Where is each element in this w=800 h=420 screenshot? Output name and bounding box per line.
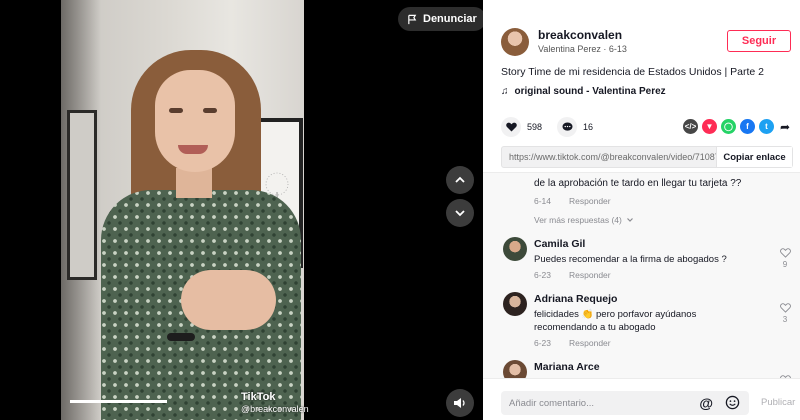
- report-button[interactable]: Denunciar: [398, 7, 483, 31]
- emoji-icon[interactable]: [725, 395, 740, 410]
- author-header: breakconvalen Valentina Perez · 6-13 Seg…: [501, 28, 791, 60]
- comment-like-count: 3: [782, 315, 788, 324]
- comment-item: Camila Gil Puedes recomendar a la firma …: [503, 237, 793, 283]
- watermark-handle: @breakconvalen: [241, 404, 309, 414]
- commenter-avatar[interactable]: [503, 292, 527, 316]
- post-description: Story Time de mi residencia de Estados U…: [501, 66, 765, 78]
- comment-meta: 6-14 Responder: [534, 196, 741, 206]
- reply-button[interactable]: Responder: [569, 338, 611, 348]
- comment-partial: de la aprobación te tardo en llegar tu t…: [534, 178, 741, 206]
- view-more-label: Ver más respuestas (4): [534, 215, 622, 225]
- share-arrow-icon[interactable]: ➦: [778, 120, 792, 134]
- video-player[interactable]: Denunciar TikTok @breakconvalen: [0, 0, 483, 420]
- commenter-name[interactable]: Mariana Arce: [534, 361, 600, 373]
- comment-meta: 6-23 Responder: [534, 270, 611, 280]
- sound-link[interactable]: ♫ original sound - Valentina Perez: [501, 86, 666, 97]
- commenter-avatar[interactable]: [503, 360, 527, 378]
- facebook-icon[interactable]: f: [740, 119, 755, 134]
- chevron-down-icon: [626, 218, 633, 222]
- tiktok-video-page: Denunciar TikTok @breakconvalen breakcon…: [0, 0, 800, 420]
- comment-item: Mariana Arce: [503, 360, 793, 378]
- twitter-icon[interactable]: t: [759, 119, 774, 134]
- whatsapp-icon[interactable]: ◯: [721, 119, 736, 134]
- chevron-down-icon: [455, 210, 465, 217]
- next-video-button[interactable]: [446, 199, 474, 227]
- details-panel: breakconvalen Valentina Perez · 6-13 Seg…: [483, 0, 800, 420]
- person-eye-left: [169, 108, 183, 113]
- person-eye-right: [203, 108, 217, 113]
- comment-composer: @ Publicar: [483, 378, 800, 420]
- person-neck: [176, 168, 212, 198]
- comment-button[interactable]: [557, 117, 578, 137]
- view-more-replies[interactable]: Ver más respuestas (4): [534, 215, 634, 225]
- music-note-icon: ♫: [501, 86, 509, 97]
- comment-date: 6-23: [534, 270, 552, 280]
- comment-date: 6-14: [534, 196, 552, 206]
- tiktok-watermark: TikTok @breakconvalen: [241, 391, 309, 414]
- comment-date: 6-23: [534, 338, 552, 348]
- person-bracelet: [167, 333, 195, 341]
- like-count: 598: [527, 122, 543, 132]
- meta-separator: ·: [600, 44, 609, 54]
- comment-text: de la aprobación te tardo en llegar tu t…: [534, 178, 742, 189]
- post-comment-button[interactable]: Publicar: [761, 397, 795, 408]
- comment-text: Puedes recomendar a la firma de abogados…: [534, 254, 727, 265]
- commenter-name[interactable]: Adriana Requejo: [534, 293, 617, 305]
- comment-icon: [562, 122, 573, 131]
- person-mouth: [178, 145, 208, 154]
- video-link[interactable]: https://www.tiktok.com/@breakconvalen/vi…: [502, 147, 716, 167]
- commenter-name[interactable]: Camila Gil: [534, 238, 585, 250]
- sound-name: original sound - Valentina Perez: [514, 86, 666, 97]
- person-hands: [181, 270, 276, 330]
- author-username[interactable]: breakconvalen: [538, 28, 622, 42]
- commenter-avatar[interactable]: [503, 237, 527, 261]
- speaker-icon: [454, 398, 465, 408]
- author-display-name: Valentina Perez: [538, 44, 601, 54]
- video-frame[interactable]: [61, 0, 304, 420]
- follow-button[interactable]: Seguir: [727, 30, 791, 52]
- chevron-up-icon: [455, 176, 465, 183]
- comment-like[interactable]: 3: [777, 303, 793, 324]
- link-copy-row: https://www.tiktok.com/@breakconvalen/vi…: [501, 146, 793, 168]
- engagement-stats: 598 16: [501, 117, 593, 137]
- report-label: Denunciar: [423, 13, 477, 25]
- volume-button[interactable]: [446, 389, 474, 417]
- comment-like[interactable]: 9: [777, 248, 793, 269]
- heart-outline-icon: [779, 303, 791, 313]
- reply-button[interactable]: Responder: [569, 270, 611, 280]
- comment-like-count: 9: [782, 260, 788, 269]
- copy-link-button[interactable]: Copiar enlace: [716, 147, 792, 167]
- mention-icon[interactable]: @: [699, 395, 713, 411]
- watermark-brand: TikTok: [241, 391, 276, 403]
- comment-item: Adriana Requejo felicidades 👏 pero porfa…: [503, 292, 793, 348]
- background-door: [67, 110, 97, 280]
- embed-icon[interactable]: </>: [683, 119, 698, 134]
- video-progress-bar[interactable]: [70, 400, 167, 403]
- heart-icon: [505, 122, 517, 132]
- person-face: [155, 70, 235, 172]
- like-button[interactable]: [501, 117, 521, 137]
- flag-icon: [408, 14, 417, 24]
- author-meta: Valentina Perez · 6-13: [538, 44, 627, 54]
- post-date: 6-13: [608, 44, 627, 54]
- comment-input[interactable]: [501, 391, 701, 415]
- comments-list[interactable]: de la aprobación te tardo en llegar tu t…: [483, 172, 800, 378]
- send-friends-icon[interactable]: ▼: [702, 119, 717, 134]
- comment-count: 16: [583, 122, 594, 132]
- heart-outline-icon: [779, 248, 791, 258]
- comment-meta: 6-23 Responder: [534, 338, 611, 348]
- comment-text: felicidades 👏 pero porfavor ayúdanos rec…: [534, 309, 697, 333]
- reply-button[interactable]: Responder: [569, 196, 611, 206]
- comment-input-box: @: [501, 391, 749, 415]
- share-buttons: </> ▼ ◯ f t ➦: [683, 119, 792, 134]
- previous-video-button[interactable]: [446, 166, 474, 194]
- author-avatar[interactable]: [501, 28, 529, 56]
